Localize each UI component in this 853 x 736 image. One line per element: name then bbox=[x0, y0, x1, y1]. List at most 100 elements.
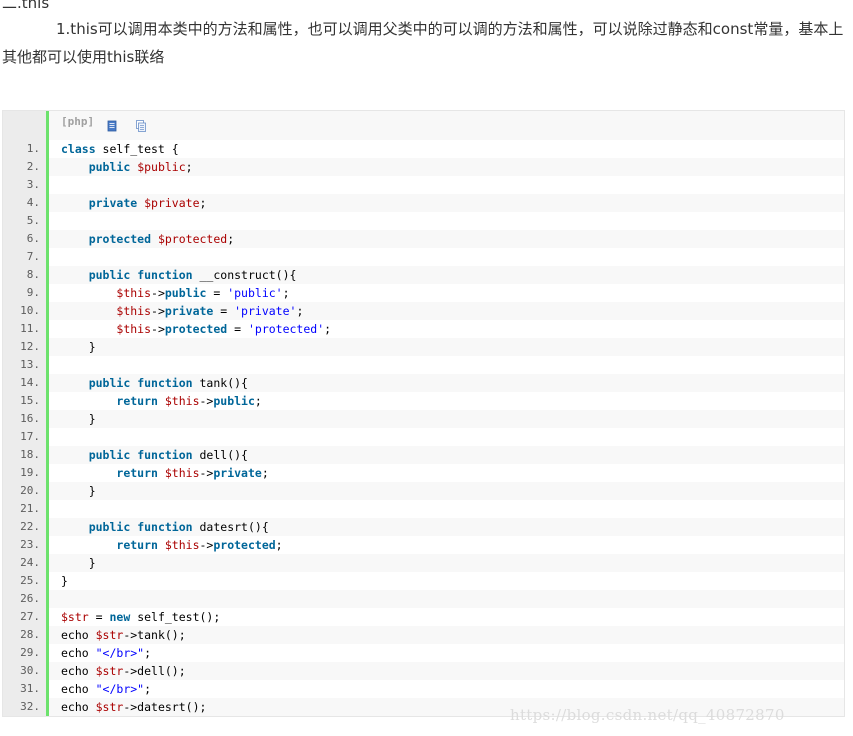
code-text: protected $protected; bbox=[49, 230, 844, 248]
section-heading: 二.this bbox=[2, 0, 50, 12]
copy-icon[interactable] bbox=[135, 117, 147, 132]
line-number: 7. bbox=[26, 250, 40, 263]
code-text: public function tank(){ bbox=[49, 374, 844, 392]
code-token: return bbox=[116, 538, 158, 552]
line-number: 22. bbox=[20, 520, 40, 533]
code-token: ; bbox=[144, 682, 152, 696]
code-token: echo bbox=[61, 646, 96, 660]
line-number: 32. bbox=[20, 700, 40, 713]
code-line: 21. bbox=[3, 500, 844, 518]
code-line: 15. return $this->public; bbox=[3, 392, 844, 410]
code-token: $this bbox=[116, 322, 152, 336]
code-token: private bbox=[213, 466, 262, 480]
code-token: function bbox=[137, 376, 193, 390]
code-token: $this bbox=[116, 304, 152, 318]
line-number: 13. bbox=[20, 358, 40, 371]
code-token: $this bbox=[164, 538, 200, 552]
line-number: 28. bbox=[20, 628, 40, 641]
code-token: ->datesrt(); bbox=[123, 700, 207, 714]
code-token: $str bbox=[61, 610, 89, 624]
code-token: ; bbox=[324, 322, 332, 336]
code-token: = bbox=[206, 286, 228, 300]
line-number: 17. bbox=[20, 430, 40, 443]
code-token: ; bbox=[261, 466, 269, 480]
code-token: function bbox=[137, 520, 193, 534]
line-number: 21. bbox=[20, 502, 40, 515]
line-number: 2. bbox=[26, 160, 40, 173]
code-token: return bbox=[116, 466, 158, 480]
code-text: public function datesrt(){ bbox=[49, 518, 844, 536]
code-token: -> bbox=[151, 322, 165, 336]
code-token: function bbox=[137, 448, 193, 462]
code-text: public function dell(){ bbox=[49, 446, 844, 464]
code-line: 14. public function tank(){ bbox=[3, 374, 844, 392]
line-number: 8. bbox=[26, 268, 40, 281]
code-token: } bbox=[61, 412, 96, 426]
code-token: } bbox=[61, 574, 68, 588]
code-token: __construct(){ bbox=[192, 268, 297, 282]
code-token: dell(){ bbox=[192, 448, 248, 462]
code-token: = bbox=[213, 304, 235, 318]
code-text: echo "</br>"; bbox=[49, 680, 844, 698]
view-source-icon[interactable] bbox=[106, 117, 118, 132]
code-token: public bbox=[88, 520, 131, 534]
code-text: echo "</br>"; bbox=[49, 644, 844, 662]
code-text: $this->protected = 'protected'; bbox=[49, 320, 844, 338]
code-line: 10. $this->private = 'private'; bbox=[3, 302, 844, 320]
line-number: 19. bbox=[20, 466, 40, 479]
code-token: protected bbox=[213, 538, 276, 552]
code-token: ; bbox=[185, 160, 193, 174]
line-number: 14. bbox=[20, 376, 40, 389]
line-number: 9. bbox=[26, 286, 40, 299]
code-token: } bbox=[61, 484, 96, 498]
code-line: 24. } bbox=[3, 554, 844, 572]
code-token: public bbox=[164, 286, 207, 300]
code-token: "</br>" bbox=[95, 646, 145, 660]
code-text: public function __construct(){ bbox=[49, 266, 844, 284]
code-token: echo bbox=[61, 664, 96, 678]
code-token: $this bbox=[116, 286, 152, 300]
code-token: ; bbox=[199, 196, 207, 210]
code-token: $private bbox=[144, 196, 200, 210]
code-token: public bbox=[88, 448, 131, 462]
code-text: } bbox=[49, 482, 844, 500]
code-line: 19. return $this->private; bbox=[3, 464, 844, 482]
line-number: 10. bbox=[20, 304, 40, 317]
code-token: class bbox=[61, 142, 96, 156]
line-number: 20. bbox=[20, 484, 40, 497]
code-token: ; bbox=[227, 232, 235, 246]
code-text: return $this->private; bbox=[49, 464, 844, 482]
code-token: ->tank(); bbox=[123, 628, 186, 642]
code-token: $this bbox=[164, 394, 200, 408]
code-token: $str bbox=[95, 664, 124, 678]
line-number: 16. bbox=[20, 412, 40, 425]
code-text: $this->private = 'private'; bbox=[49, 302, 844, 320]
code-token: public bbox=[88, 376, 131, 390]
line-number: 29. bbox=[20, 646, 40, 659]
code-token: protected bbox=[164, 322, 228, 336]
code-token: self_test { bbox=[95, 142, 179, 156]
watermark: https://blog.csdn.net/qq_40872870 bbox=[510, 706, 785, 724]
code-token: $protected bbox=[157, 232, 228, 246]
line-number: 23. bbox=[20, 538, 40, 551]
line-number: 24. bbox=[20, 556, 40, 569]
code-line: 22. public function datesrt(){ bbox=[3, 518, 844, 536]
code-text: $str = new self_test(); bbox=[49, 608, 844, 626]
code-token: ; bbox=[144, 646, 152, 660]
code-token: datesrt(){ bbox=[192, 520, 269, 534]
